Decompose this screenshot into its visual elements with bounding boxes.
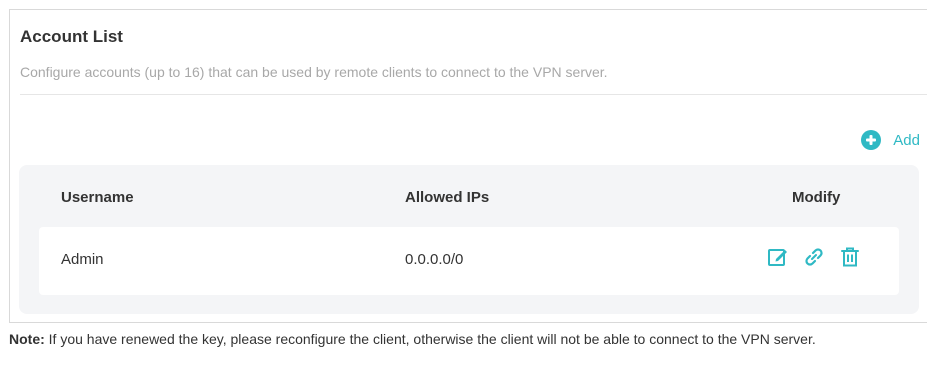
note-text: Note: If you have renewed the key, pleas… (9, 330, 909, 348)
section-title: Account List (20, 27, 123, 46)
add-button-label: Add (893, 131, 920, 149)
edit-icon[interactable] (767, 246, 789, 268)
account-list-panel: Account List Configure accounts (up to 1… (9, 9, 927, 323)
column-header-username: Username (61, 189, 134, 206)
section-description: Configure accounts (up to 16) that can b… (20, 64, 608, 80)
column-header-modify: Modify (792, 189, 841, 206)
add-account-button[interactable]: Add (861, 130, 920, 150)
account-table: Username Allowed IPs Modify Admin 0.0.0.… (19, 165, 919, 314)
column-header-allowed-ips: Allowed IPs (405, 189, 490, 206)
link-icon[interactable] (803, 246, 825, 268)
plus-circle-icon (861, 130, 882, 150)
cell-allowed-ips: 0.0.0.0/0 (405, 251, 464, 268)
note-body: If you have renewed the key, please reco… (44, 331, 816, 347)
account-list-page: Account List Configure accounts (up to 1… (0, 0, 927, 374)
cell-username: Admin (61, 251, 104, 268)
table-row: Admin 0.0.0.0/0 (39, 227, 899, 295)
modify-actions (767, 246, 861, 268)
delete-icon[interactable] (839, 246, 861, 268)
note-label: Note: (9, 331, 45, 347)
divider (20, 94, 927, 95)
